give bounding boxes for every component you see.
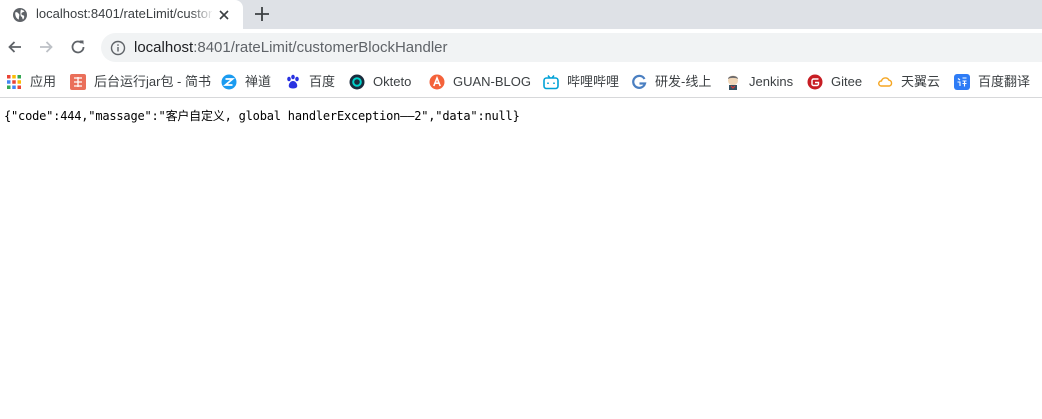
tianyi-cloud-icon [878,77,893,87]
bookmark-label: 应用 [30,74,57,89]
dev-online-icon [632,74,647,89]
bookmark-jianshu[interactable]: 后台运行jar包 - 简书 [70,72,211,92]
bookmark-dev-online[interactable]: 研发-线上 [631,72,711,92]
bookmark-label: 百度 [309,74,336,89]
bookmark-okteto[interactable]: Okteto [349,72,411,92]
bookmark-label: Gitee [831,74,863,89]
baidu-paw-icon [287,74,299,89]
globe-icon [13,8,27,22]
bookmark-label: 后台运行jar包 - 简书 [94,74,212,89]
reload-icon[interactable] [68,37,88,57]
jenkins-icon [728,75,738,90]
baidu-translate-icon [954,74,970,90]
url-path: :8401/rateLimit/customerBlockHandler [193,39,448,56]
bookmark-apps[interactable]: 应用 [6,72,56,92]
bookmark-zentao[interactable]: 禅道 [221,72,271,92]
bookmark-baidu[interactable]: 百度 [285,72,335,92]
arrow-left-icon[interactable] [5,37,25,57]
bookmark-bilibili[interactable]: 哔哩哔哩 [543,72,619,92]
tab-title-fade [190,4,214,24]
zentao-icon [221,74,237,90]
url-host: localhost [134,39,194,56]
bookmark-label: Okteto [373,74,412,89]
gitee-icon [807,74,823,90]
bilibili-icon [543,75,559,90]
bookmark-label: 百度翻译 [978,74,1031,89]
bookmark-gitee[interactable]: Gitee [807,72,862,92]
toolbar: localhost:8401/rateLimit/customerBlockHa… [0,29,1042,66]
jianshu-icon [70,74,86,90]
url-text[interactable]: localhost:8401/rateLimit/customerBlockHa… [134,39,448,57]
bookmark-jenkins[interactable]: Jenkins [725,72,793,92]
bookmark-tianyi-cloud[interactable]: 天翼云 [877,72,940,92]
page-content: {"code":444,"massage":"客户自定义, global han… [0,99,1042,419]
apps-grid-icon [7,75,21,89]
tab-title: localhost:8401/rateLimit/customerBlockHa… [36,6,212,21]
bookmarks-bar: 应用 后台运行jar包 - 简书 禅道 百度 Okteto GUAN-BLOG … [0,66,1042,98]
close-icon[interactable] [216,7,232,23]
bookmark-baidu-translate[interactable]: 百度翻译 [954,72,1030,92]
bookmark-label: 哔哩哔哩 [567,74,620,89]
bookmark-label: GUAN-BLOG [453,74,532,89]
guan-blog-icon [429,74,445,90]
address-bar[interactable]: localhost:8401/rateLimit/customerBlockHa… [101,33,1042,62]
info-icon[interactable] [110,40,126,56]
tab-active[interactable]: localhost:8401/rateLimit/customerBlockHa… [0,0,243,29]
arrow-right-icon[interactable] [36,37,56,57]
bookmark-label: Jenkins [749,74,794,89]
bookmark-guan-blog[interactable]: GUAN-BLOG [429,72,531,92]
tab-strip: localhost:8401/rateLimit/customerBlockHa… [0,0,1042,29]
json-response-text: {"code":444,"massage":"客户自定义, global han… [4,109,520,123]
okteto-icon [349,74,365,90]
bookmark-label: 禅道 [245,74,272,89]
bookmark-label: 天翼云 [901,74,941,89]
bookmark-label: 研发-线上 [655,74,712,89]
plus-icon[interactable] [252,4,272,24]
